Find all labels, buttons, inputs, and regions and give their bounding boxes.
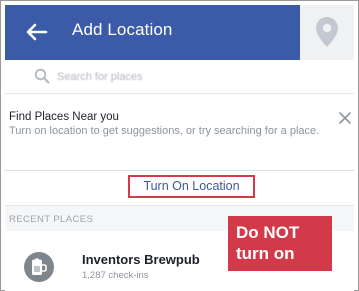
annotation-line-2: turn on [236,244,295,263]
find-places-title: Find Places Near you [9,111,119,123]
annotation-line-1: Do NOT [236,223,300,242]
place-name: Inventors Brewpub [82,252,200,267]
top-app-bar: Add Location [5,5,354,60]
page-title: Add Location [72,20,173,39]
place-checkins: 1,287 check-ins [82,270,149,281]
turn-on-location-row: Turn On Location [5,171,354,204]
back-arrow-icon [26,23,48,41]
warning-annotation: Do NOT turn on [228,216,332,271]
location-pin-button[interactable] [300,5,354,60]
close-card-button[interactable] [337,110,353,126]
search-bar [5,60,354,94]
find-places-description: Turn on location to get suggestions, or … [9,125,320,137]
location-pin-icon [316,17,338,47]
find-places-card: Find Places Near you Turn on location to… [5,94,354,170]
search-input[interactable] [55,67,309,87]
search-icon [34,68,50,84]
close-icon [339,112,351,124]
back-button[interactable] [24,21,50,43]
recent-places-label: RECENT PLACES [9,214,94,225]
beer-mug-icon [32,258,47,275]
place-avatar [24,252,54,282]
turn-on-location-button[interactable]: Turn On Location [128,175,255,198]
